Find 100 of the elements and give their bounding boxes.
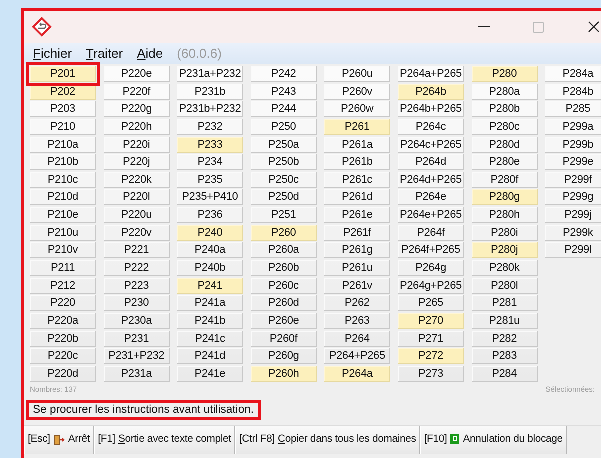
code-item[interactable]: P280d xyxy=(472,136,538,153)
code-item[interactable]: P261e xyxy=(324,207,390,224)
code-item[interactable]: P280e xyxy=(472,154,538,170)
code-item[interactable]: P282 xyxy=(472,330,538,347)
action-button[interactable]: [F1] Sortie avec texte complet xyxy=(94,426,236,454)
code-item[interactable]: P260g xyxy=(250,348,317,364)
code-item[interactable]: P242 xyxy=(250,66,317,82)
code-item[interactable]: P264e xyxy=(398,189,464,206)
code-item[interactable]: P281 xyxy=(472,295,538,312)
code-item[interactable]: P264f xyxy=(398,224,464,241)
code-item[interactable]: P271 xyxy=(398,330,464,347)
code-item[interactable]: P231 xyxy=(104,330,170,347)
code-item[interactable]: P230 xyxy=(104,295,170,312)
code-item[interactable]: P210d xyxy=(30,189,96,206)
code-item[interactable]: P261u xyxy=(324,260,390,276)
code-item[interactable]: P251 xyxy=(250,207,317,224)
action-button[interactable]: [Esc] Arrêt xyxy=(24,426,94,454)
code-item[interactable]: P220 xyxy=(30,295,96,312)
code-item[interactable]: P241c xyxy=(177,330,244,347)
code-item[interactable]: P232 xyxy=(177,118,244,135)
code-item[interactable]: P270 xyxy=(398,312,464,329)
code-item[interactable]: P260h xyxy=(250,366,317,382)
code-item[interactable]: P299g xyxy=(545,189,601,206)
code-item[interactable]: P260a xyxy=(250,242,317,258)
code-item[interactable]: P262 xyxy=(324,295,390,312)
code-item[interactable]: P264+P265 xyxy=(324,348,390,364)
code-item[interactable]: P280a xyxy=(472,84,538,100)
code-item[interactable]: P280l xyxy=(472,278,538,294)
code-item[interactable]: P264c xyxy=(398,118,464,135)
code-item[interactable]: P235+P410 xyxy=(177,189,244,206)
code-item[interactable]: P280g xyxy=(472,189,538,206)
code-item[interactable]: P211 xyxy=(30,260,96,276)
code-item[interactable]: P285 xyxy=(545,101,601,118)
code-item[interactable]: P264f+P265 xyxy=(398,242,464,258)
code-item[interactable]: P240 xyxy=(177,224,244,241)
code-item[interactable]: P243 xyxy=(250,84,317,100)
code-item[interactable]: P220e xyxy=(104,66,170,82)
code-item[interactable]: P261d xyxy=(324,189,390,206)
code-item[interactable]: P244 xyxy=(250,101,317,118)
code-item[interactable]: P231+P232 xyxy=(104,348,170,364)
code-item[interactable]: P264a xyxy=(324,366,390,382)
code-item[interactable]: P264g xyxy=(398,260,464,276)
code-item[interactable]: P260e xyxy=(250,312,317,329)
code-item[interactable]: P264c+P265 xyxy=(398,136,464,153)
code-item[interactable]: P280i xyxy=(472,224,538,241)
code-item[interactable]: P261c xyxy=(324,172,390,188)
code-item[interactable]: P260 xyxy=(250,224,317,241)
code-item[interactable]: P260v xyxy=(324,84,390,100)
code-item[interactable]: P220b xyxy=(30,330,96,347)
code-item[interactable]: P210b xyxy=(30,154,96,170)
code-item[interactable]: P210e xyxy=(30,207,96,224)
code-item[interactable]: P283 xyxy=(472,348,538,364)
minimize-icon[interactable] xyxy=(478,26,490,28)
code-item[interactable]: P250b xyxy=(250,154,317,170)
code-item[interactable]: P231a xyxy=(104,366,170,382)
code-item[interactable]: P220c xyxy=(30,348,96,364)
code-item[interactable]: P220l xyxy=(104,189,170,206)
code-item[interactable]: P220u xyxy=(104,207,170,224)
code-item[interactable]: P241e xyxy=(177,366,244,382)
code-item[interactable]: P222 xyxy=(104,260,170,276)
code-item[interactable]: P234 xyxy=(177,154,244,170)
code-item[interactable]: P231a+P232 xyxy=(177,66,244,82)
code-item[interactable]: P261g xyxy=(324,242,390,258)
code-item[interactable]: P250a xyxy=(250,136,317,153)
code-item[interactable]: P260d xyxy=(250,295,317,312)
code-item[interactable]: P210a xyxy=(30,136,96,153)
code-item[interactable]: P299l xyxy=(545,242,601,258)
code-item[interactable]: P221 xyxy=(104,242,170,258)
code-item[interactable]: P231b xyxy=(177,84,244,100)
code-item[interactable]: P220h xyxy=(104,118,170,135)
code-item[interactable]: P280b xyxy=(472,101,538,118)
code-item[interactable]: P299a xyxy=(545,118,601,135)
code-item[interactable]: P264d+P265 xyxy=(398,172,464,188)
code-item[interactable]: P284a xyxy=(545,66,601,82)
code-item[interactable]: P203 xyxy=(30,101,96,118)
code-item[interactable]: P220f xyxy=(104,84,170,100)
code-item[interactable]: P212 xyxy=(30,278,96,294)
code-item[interactable]: P265 xyxy=(398,295,464,312)
code-item[interactable]: P260b xyxy=(250,260,317,276)
code-item[interactable]: P261b xyxy=(324,154,390,170)
code-item[interactable]: P240a xyxy=(177,242,244,258)
code-item[interactable]: P241 xyxy=(177,278,244,294)
code-item[interactable]: P261 xyxy=(324,118,390,135)
code-item[interactable]: P264 xyxy=(324,330,390,347)
code-item[interactable]: P223 xyxy=(104,278,170,294)
code-item[interactable]: P210u xyxy=(30,224,96,241)
menu-item[interactable]: Aide xyxy=(137,46,164,61)
code-item[interactable]: P284b xyxy=(545,84,601,100)
code-item[interactable]: P241a xyxy=(177,295,244,312)
code-item[interactable]: P220g xyxy=(104,101,170,118)
code-item[interactable]: P261a xyxy=(324,136,390,153)
code-item[interactable]: P220d xyxy=(30,366,96,382)
code-item[interactable]: P280 xyxy=(472,66,538,82)
code-item[interactable]: P280h xyxy=(472,207,538,224)
close-icon[interactable] xyxy=(588,21,600,33)
code-item[interactable]: P272 xyxy=(398,348,464,364)
code-item[interactable]: P299f xyxy=(545,172,601,188)
code-item[interactable]: P273 xyxy=(398,366,464,382)
code-item[interactable]: P250 xyxy=(250,118,317,135)
code-item[interactable]: P241b xyxy=(177,312,244,329)
